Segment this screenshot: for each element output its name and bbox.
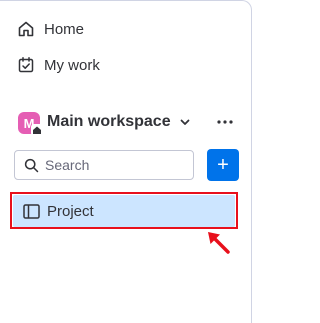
workspace-name: Main workspace <box>47 113 171 130</box>
board-icon <box>22 202 40 220</box>
search-box[interactable] <box>14 150 194 180</box>
home-icon <box>16 19 36 39</box>
board-item-label: Project <box>47 202 94 220</box>
more-dots-icon[interactable] <box>214 112 236 132</box>
board-item-project[interactable]: Project <box>13 195 235 227</box>
nav-item-my-work[interactable]: My work <box>16 51 100 79</box>
workspace-selector[interactable]: M Main workspace <box>18 110 243 136</box>
sidebar-panel: Home My work M Main workspace Search + P… <box>0 0 252 323</box>
workspace-home-badge-icon <box>31 124 43 136</box>
search-icon <box>23 157 39 173</box>
nav-item-home[interactable]: Home <box>16 15 84 43</box>
calendar-check-icon <box>16 55 36 75</box>
add-button[interactable]: + <box>207 149 239 181</box>
nav-my-work-label: My work <box>44 56 100 74</box>
nav-home-label: Home <box>44 20 85 38</box>
search-input[interactable] <box>45 157 185 173</box>
chevron-down-icon[interactable] <box>178 115 192 129</box>
